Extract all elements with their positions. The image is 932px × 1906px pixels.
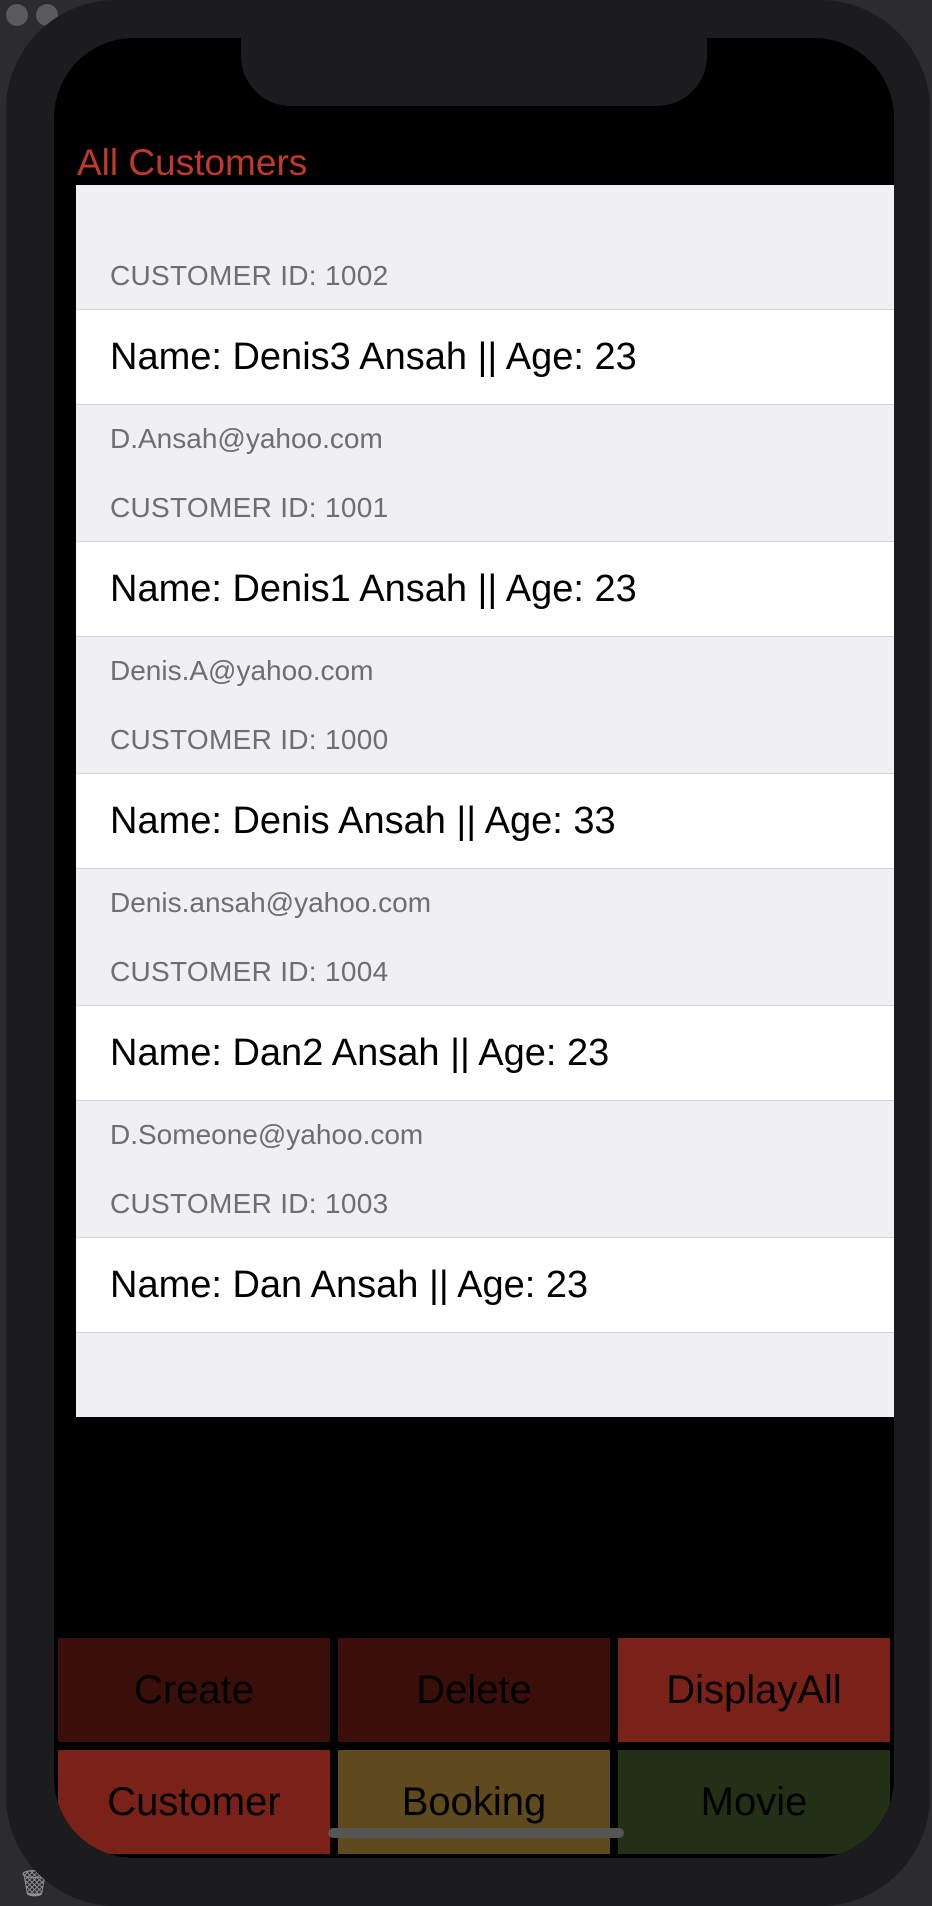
customer-email: D.Someone@yahoo.com (110, 1119, 424, 1150)
customer-name-age: Name: Denis1 Ansah || Age: 23 (110, 568, 637, 610)
customer-email: Denis.A@yahoo.com (110, 655, 374, 686)
customer-row[interactable]: Name: Denis3 Ansah || Age: 23 (76, 309, 894, 405)
customer-section: CUSTOMER ID: 1000 Name: Denis Ansah || A… (76, 685, 894, 918)
window-close-dot[interactable] (6, 4, 28, 26)
section-header: CUSTOMER ID: 1003 (76, 1149, 894, 1237)
notch (241, 38, 707, 106)
section-header: CUSTOMER ID: 1001 (76, 453, 894, 541)
customer-id-label: CUSTOMER ID: 1003 (110, 1188, 389, 1219)
customer-id-label: CUSTOMER ID: 1000 (110, 724, 389, 755)
display-all-button[interactable]: DisplayAll (618, 1638, 890, 1742)
delete-button[interactable]: Delete (338, 1638, 610, 1742)
customer-row[interactable]: Name: Denis1 Ansah || Age: 23 (76, 541, 894, 637)
customer-email: D.Ansah@yahoo.com (110, 423, 383, 454)
customer-email: Denis.ansah@yahoo.com (110, 887, 432, 918)
customer-list[interactable]: CUSTOMER ID: 1002 Name: Denis3 Ansah || … (76, 185, 894, 1417)
section-footer: Denis.ansah@yahoo.com (76, 869, 894, 918)
customer-row[interactable]: Name: Dan2 Ansah || Age: 23 (76, 1005, 894, 1101)
customer-name-age: Name: Dan2 Ansah || Age: 23 (110, 1032, 610, 1074)
section-header: CUSTOMER ID: 1000 (76, 685, 894, 773)
customer-section: CUSTOMER ID: 1004 Name: Dan2 Ansah || Ag… (76, 917, 894, 1150)
customer-id-label: CUSTOMER ID: 1004 (110, 956, 389, 987)
section-footer: Denis.A@yahoo.com (76, 637, 894, 686)
section-footer: D.Ansah@yahoo.com (76, 405, 894, 454)
customer-row[interactable]: Name: Denis Ansah || Age: 33 (76, 773, 894, 869)
section-header: CUSTOMER ID: 1004 (76, 917, 894, 1005)
customer-name-age: Name: Denis Ansah || Age: 33 (110, 800, 616, 842)
customer-id-label: CUSTOMER ID: 1002 (110, 260, 389, 291)
device-screen: All Customers CUSTOMER ID: 1002 Name: De… (54, 38, 894, 1858)
tab-movie[interactable]: Movie (618, 1750, 890, 1854)
customer-section: CUSTOMER ID: 1003 Name: Dan Ansah || Age… (76, 1149, 894, 1333)
section-footer: D.Someone@yahoo.com (76, 1101, 894, 1150)
customer-id-label: CUSTOMER ID: 1001 (110, 492, 389, 523)
tab-booking[interactable]: Booking (338, 1750, 610, 1854)
tab-customer[interactable]: Customer (58, 1750, 330, 1854)
section-header: CUSTOMER ID: 1002 (76, 185, 894, 309)
create-button[interactable]: Create (58, 1638, 330, 1742)
customer-section: CUSTOMER ID: 1002 Name: Denis3 Ansah || … (76, 185, 894, 454)
home-indicator[interactable] (328, 1828, 624, 1838)
customer-section: CUSTOMER ID: 1001 Name: Denis1 Ansah || … (76, 453, 894, 686)
iphone-frame: All Customers CUSTOMER ID: 1002 Name: De… (6, 0, 930, 1906)
page-title: All Customers (77, 142, 308, 183)
customer-name-age: Name: Denis3 Ansah || Age: 23 (110, 336, 637, 378)
customer-row[interactable]: Name: Dan Ansah || Age: 23 (76, 1237, 894, 1333)
customer-name-age: Name: Dan Ansah || Age: 23 (110, 1264, 589, 1306)
